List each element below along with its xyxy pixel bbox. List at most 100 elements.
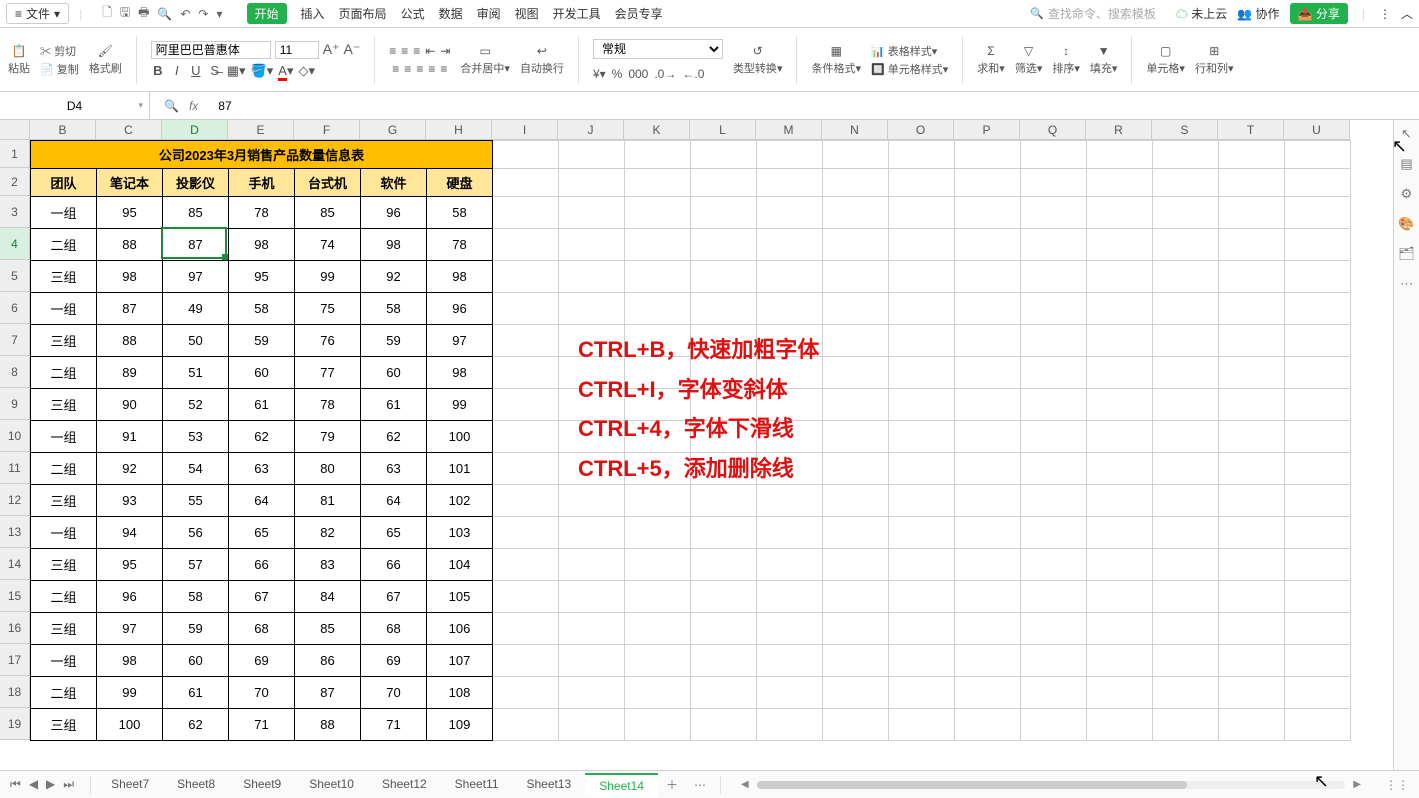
cell[interactable] <box>625 169 691 197</box>
chevron-down-icon[interactable]: ▾ <box>216 7 222 21</box>
merge-button[interactable]: ▭ 合并居中▾ <box>460 44 510 76</box>
cell[interactable]: 97 <box>97 613 163 645</box>
cell[interactable]: 90 <box>97 389 163 421</box>
cell[interactable] <box>1087 645 1153 677</box>
cell[interactable]: 三组 <box>31 549 97 581</box>
cell[interactable] <box>493 261 559 293</box>
cell[interactable]: 87 <box>163 229 229 261</box>
cell[interactable] <box>889 169 955 197</box>
cell[interactable] <box>889 581 955 613</box>
ribbon-tab-2[interactable]: 页面布局 <box>339 5 387 22</box>
cell[interactable] <box>691 677 757 709</box>
cloud-status[interactable]: 未上云 <box>1176 5 1227 22</box>
comma-icon[interactable]: 000 <box>628 67 648 81</box>
row-header[interactable]: 9 <box>0 388 30 420</box>
cell[interactable] <box>1021 421 1087 453</box>
indent-dec-icon[interactable]: ⇤ <box>425 44 435 58</box>
cell[interactable]: 92 <box>361 261 427 293</box>
cell[interactable]: 87 <box>295 677 361 709</box>
cell[interactable]: 95 <box>229 261 295 293</box>
cell[interactable] <box>691 141 757 169</box>
cell[interactable] <box>1021 389 1087 421</box>
cell[interactable]: 54 <box>163 453 229 485</box>
cell[interactable] <box>559 229 625 261</box>
cell[interactable] <box>889 261 955 293</box>
cell[interactable]: 笔记本 <box>97 169 163 197</box>
fx-label[interactable]: fx <box>189 99 198 113</box>
cell[interactable] <box>757 293 823 325</box>
cell[interactable]: 一组 <box>31 197 97 229</box>
cell[interactable] <box>691 709 757 741</box>
cell[interactable] <box>1219 453 1285 485</box>
sidebar-expand-icon[interactable]: ▤ <box>1400 156 1412 172</box>
cell[interactable] <box>559 581 625 613</box>
cell[interactable]: 台式机 <box>295 169 361 197</box>
cell[interactable] <box>559 261 625 293</box>
wrap-button[interactable]: ↩ 自动换行 <box>520 44 564 76</box>
row-header[interactable]: 6 <box>0 292 30 324</box>
sheet-tab[interactable]: Sheet11 <box>441 773 513 797</box>
cell[interactable] <box>691 229 757 261</box>
cell[interactable] <box>955 549 1021 581</box>
cell[interactable] <box>823 389 889 421</box>
cell[interactable]: 98 <box>427 261 493 293</box>
cell[interactable] <box>1153 709 1219 741</box>
column-header[interactable]: M <box>756 120 822 140</box>
ribbon-tab-0[interactable]: 开始 <box>247 3 287 24</box>
cell[interactable]: 59 <box>229 325 295 357</box>
cell[interactable]: 69 <box>361 645 427 677</box>
cell[interactable] <box>1219 677 1285 709</box>
column-header[interactable]: C <box>96 120 162 140</box>
column-header[interactable]: I <box>492 120 558 140</box>
currency-icon[interactable]: ¥▾ <box>593 67 606 81</box>
increase-font-icon[interactable]: A⁺ <box>323 41 340 58</box>
cell[interactable] <box>493 141 559 169</box>
cell[interactable]: 三组 <box>31 325 97 357</box>
cell[interactable] <box>493 613 559 645</box>
cell[interactable] <box>889 357 955 389</box>
cell[interactable] <box>823 517 889 549</box>
cell[interactable]: 67 <box>229 581 295 613</box>
cell[interactable] <box>955 325 1021 357</box>
cell[interactable] <box>1285 261 1351 293</box>
cell[interactable] <box>1285 709 1351 741</box>
column-header[interactable]: U <box>1284 120 1350 140</box>
cell[interactable] <box>559 645 625 677</box>
cell[interactable] <box>1285 325 1351 357</box>
orientation-icon[interactable]: ≡ <box>440 62 447 76</box>
ribbon-tab-6[interactable]: 视图 <box>515 5 539 22</box>
cell[interactable] <box>1153 325 1219 357</box>
cell[interactable] <box>889 549 955 581</box>
cell[interactable] <box>1087 485 1153 517</box>
cell[interactable] <box>1087 325 1153 357</box>
column-header[interactable]: T <box>1218 120 1284 140</box>
cell[interactable] <box>757 197 823 229</box>
cell[interactable] <box>1087 709 1153 741</box>
cell[interactable] <box>493 229 559 261</box>
cell[interactable] <box>757 709 823 741</box>
cell[interactable] <box>1087 169 1153 197</box>
cell[interactable] <box>1219 325 1285 357</box>
cell[interactable]: 80 <box>295 453 361 485</box>
column-header[interactable]: B <box>30 120 96 140</box>
number-format-select[interactable]: 常规 <box>593 39 723 59</box>
cell[interactable] <box>625 709 691 741</box>
cell[interactable] <box>955 293 1021 325</box>
row-header[interactable]: 17 <box>0 644 30 676</box>
cell[interactable]: 98 <box>361 229 427 261</box>
cell[interactable] <box>1285 549 1351 581</box>
cell[interactable] <box>1021 485 1087 517</box>
column-header[interactable]: P <box>954 120 1020 140</box>
cell[interactable]: 83 <box>295 549 361 581</box>
cell[interactable]: 49 <box>163 293 229 325</box>
cell[interactable] <box>1153 453 1219 485</box>
sheet-nav-next-icon[interactable]: ▶ <box>46 777 55 792</box>
cell[interactable] <box>691 549 757 581</box>
cell[interactable] <box>1285 141 1351 169</box>
cell[interactable]: 63 <box>229 453 295 485</box>
cell[interactable]: 106 <box>427 613 493 645</box>
cell[interactable] <box>625 229 691 261</box>
cell[interactable] <box>757 141 823 169</box>
cell[interactable]: 78 <box>229 197 295 229</box>
cell[interactable] <box>955 421 1021 453</box>
